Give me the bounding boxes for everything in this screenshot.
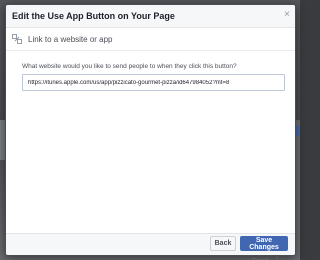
dialog-header: Edit the Use App Button on Your Page × bbox=[6, 5, 295, 28]
link-option-row[interactable]: Link to a website or app bbox=[6, 29, 295, 51]
back-button[interactable]: Back bbox=[210, 236, 236, 251]
website-url-input[interactable] bbox=[22, 74, 285, 91]
edit-button-dialog: Edit the Use App Button on Your Page × L… bbox=[5, 4, 296, 256]
save-changes-button[interactable]: Save Changes bbox=[240, 236, 288, 251]
close-icon[interactable]: × bbox=[282, 9, 292, 21]
dialog-title: Edit the Use App Button on Your Page bbox=[12, 11, 175, 21]
link-option-label: Link to a website or app bbox=[28, 35, 113, 44]
url-question-label: What website would you like to send peop… bbox=[22, 63, 237, 70]
link-icon bbox=[12, 34, 22, 44]
